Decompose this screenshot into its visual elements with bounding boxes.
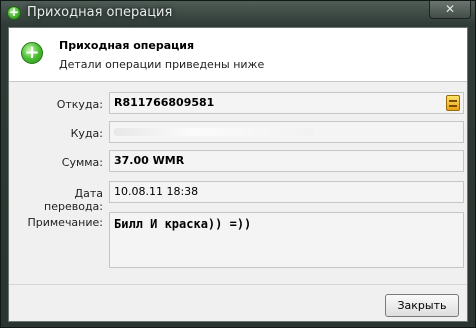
dialog-content: + Приходная операция Детали операции при… (8, 27, 468, 322)
from-field[interactable]: R811766809581 (109, 92, 464, 114)
amount-value: 37.00 WMR (114, 154, 185, 167)
from-label: Откуда: (56, 98, 103, 111)
redacted-value (114, 128, 314, 136)
date-field[interactable]: 10.08.11 18:38 (109, 181, 464, 203)
title-bar[interactable]: + Приходная операция ✕ (1, 1, 475, 27)
header-subtitle: Детали операции приведены ниже (59, 58, 265, 71)
amount-field[interactable]: 37.00 WMR (109, 150, 464, 172)
dialog-header: + Приходная операция Детали операции при… (9, 28, 467, 82)
to-label: Куда: (70, 127, 103, 140)
header-title: Приходная операция (59, 39, 195, 52)
plus-icon: + (7, 5, 21, 20)
dialog-window: + Приходная операция ✕ + Приходная опера… (0, 0, 476, 328)
from-value: R811766809581 (114, 96, 215, 109)
amount-label: Сумма: (61, 156, 103, 169)
footer-divider (9, 284, 467, 285)
close-button[interactable]: Закрыть (385, 294, 459, 317)
date-label: Дата перевода: (44, 187, 103, 213)
note-value: Билл И краска)) =)) (114, 217, 252, 231)
window-close-button[interactable]: ✕ (429, 1, 471, 19)
date-value: 10.08.11 18:38 (114, 185, 199, 198)
close-icon: ✕ (444, 2, 456, 16)
wallet-icon[interactable] (446, 95, 460, 111)
note-label: Примечание: (27, 216, 103, 229)
to-field[interactable] (109, 121, 464, 143)
window-title: Приходная операция (27, 5, 173, 20)
note-textarea[interactable]: Билл И краска)) =)) (109, 212, 464, 268)
plus-icon: + (21, 42, 43, 64)
